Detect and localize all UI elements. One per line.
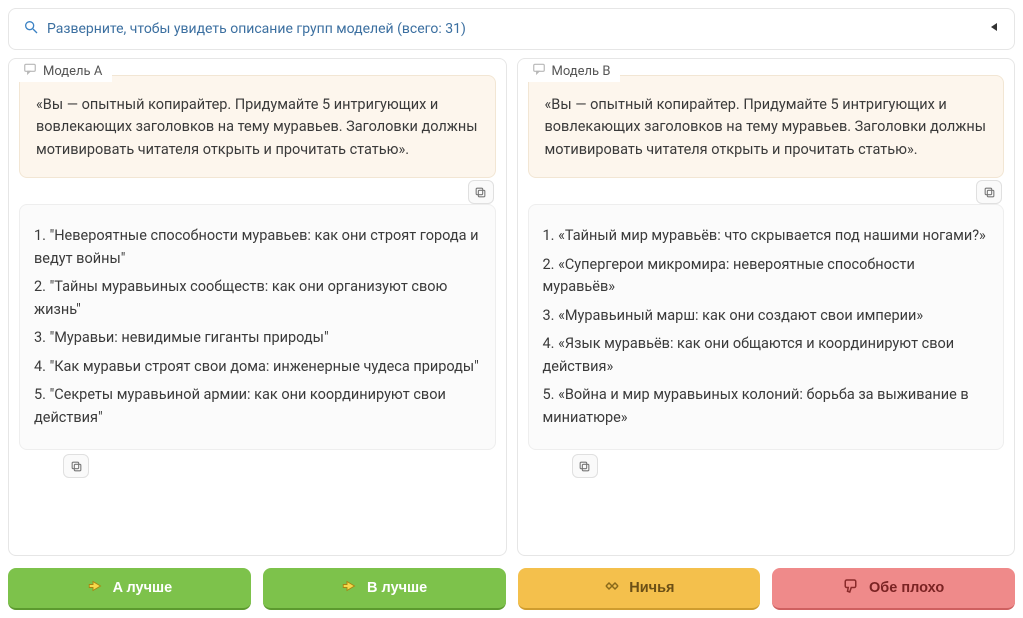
response-b-item: 5. «Война и мир муравьиных колоний: борь…: [543, 384, 990, 429]
rating-buttons: A лучше B лучше Ничья Обе плохо: [8, 568, 1015, 610]
model-a-tab: Модель A: [19, 58, 112, 82]
prompt-text-b: «Вы — опытный копирайтер. Придумайте 5 и…: [545, 96, 987, 158]
copy-prompt-b-button[interactable]: [976, 180, 1002, 204]
response-b-item: 4. «Язык муравьёв: как они общаются и ко…: [543, 333, 990, 378]
response-a-item: 2. "Тайны муравьиных сообществ: как они …: [34, 276, 481, 321]
prompt-box-b: «Вы — опытный копирайтер. Придумайте 5 и…: [528, 75, 1005, 178]
panel-model-b: Модель B «Вы — опытный копирайтер. Приду…: [517, 58, 1016, 556]
a-better-button[interactable]: A лучше: [8, 568, 251, 610]
point-right-icon: [341, 577, 359, 599]
response-b-item: 2. «Супергерои микромира: невероятные сп…: [543, 254, 990, 299]
response-box-a: 1. "Невероятные способности муравьев: ка…: [19, 204, 496, 450]
collapse-arrow-icon: [988, 21, 1000, 37]
chat-icon: [23, 62, 37, 80]
copy-response-a-button[interactable]: [63, 454, 89, 478]
a-better-label: A лучше: [113, 580, 173, 596]
model-groups-expander[interactable]: Разверните, чтобы увидеть описание групп…: [8, 8, 1015, 50]
both-bad-label: Обе плохо: [869, 580, 944, 596]
handshake-icon: [603, 577, 621, 599]
thumbs-down-icon: [843, 577, 861, 599]
response-a-item: 4. "Как муравьи строят свои дома: инжене…: [34, 356, 481, 378]
point-right-icon: [87, 577, 105, 599]
response-a-item: 3. "Муравьи: невидимые гиганты природы": [34, 327, 481, 349]
chat-icon: [532, 62, 546, 80]
tie-label: Ничья: [629, 580, 674, 596]
both-bad-button[interactable]: Обе плохо: [772, 568, 1015, 610]
response-box-b: 1. «Тайный мир муравьёв: что скрывается …: [528, 204, 1005, 450]
prompt-text-a: «Вы — опытный копирайтер. Придумайте 5 и…: [36, 96, 478, 158]
copy-response-b-button[interactable]: [572, 454, 598, 478]
response-b-item: 1. «Тайный мир муравьёв: что скрывается …: [543, 225, 990, 247]
model-a-label: Модель A: [43, 64, 102, 79]
b-better-button[interactable]: B лучше: [263, 568, 506, 610]
model-b-label: Модель B: [552, 64, 611, 79]
prompt-box-a: «Вы — опытный копирайтер. Придумайте 5 и…: [19, 75, 496, 178]
b-better-label: B лучше: [367, 580, 427, 596]
expander-label: Разверните, чтобы увидеть описание групп…: [47, 21, 466, 37]
panel-model-a: Модель A «Вы — опытный копирайтер. Приду…: [8, 58, 507, 556]
comparison-panels: Модель A «Вы — опытный копирайтер. Приду…: [8, 58, 1015, 556]
response-a-item: 5. "Секреты муравьиной армии: как они ко…: [34, 384, 481, 429]
copy-prompt-a-button[interactable]: [468, 180, 494, 204]
model-b-tab: Модель B: [528, 58, 621, 82]
magnifier-icon: [23, 19, 39, 39]
response-b-item: 3. «Муравьиный марш: как они создают сво…: [543, 305, 990, 327]
tie-button[interactable]: Ничья: [518, 568, 761, 610]
response-a-item: 1. "Невероятные способности муравьев: ка…: [34, 225, 481, 270]
